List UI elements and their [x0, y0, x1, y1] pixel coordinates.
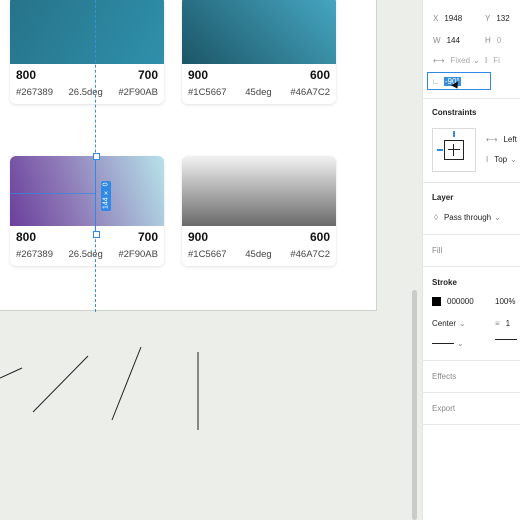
gradient-card-900-gray[interactable]: 900 600 #1C5667 45deg #46A7C2 [182, 156, 336, 266]
width-field[interactable]: W 144 [433, 36, 460, 45]
color-end: #2F90AB [118, 87, 158, 98]
gradient-angle: 45deg [245, 87, 272, 98]
color-start: #267389 [16, 249, 53, 260]
layer-title: Layer [432, 193, 454, 202]
constraint-widget[interactable] [432, 128, 476, 172]
sketch-lines [0, 346, 199, 430]
card-title: 800 [16, 230, 37, 244]
stroke-cap-preview [495, 339, 517, 340]
stroke-color-field[interactable]: 000000 [432, 297, 474, 306]
gradient-angle: 45deg [245, 249, 272, 260]
fill-title[interactable]: Fill [432, 246, 442, 255]
color-end: #46A7C2 [290, 249, 330, 260]
divider [422, 266, 520, 267]
gradient-angle: 26.5deg [68, 249, 103, 260]
gradient-card-800[interactable]: 800 700 #267389 26.5deg #2F90AB [10, 0, 164, 104]
dimension-tag: 144 × 0 [101, 181, 111, 211]
effects-title[interactable]: Effects [432, 372, 456, 381]
divider [422, 182, 520, 183]
gradient-angle: 26.5deg [68, 87, 103, 98]
design-canvas[interactable]: 800 700 #267389 26.5deg #2F90AB 900 600 #1C5… [0, 0, 422, 520]
gradient-swatch [10, 156, 164, 226]
export-title[interactable]: Export [432, 404, 455, 413]
chevron-down-icon: ⌄ [473, 56, 480, 65]
gradient-swatch [182, 156, 336, 226]
y-field[interactable]: Y 132 [485, 14, 510, 23]
gradient-handle-line [10, 193, 96, 194]
horizontal-constraint-icon: ⟷ [486, 135, 498, 144]
constraint-top-tick[interactable] [453, 131, 455, 137]
divider [422, 424, 520, 425]
divider [422, 360, 520, 361]
resize-icon: ⟷ [433, 56, 445, 65]
constraint-vertical-dropdown[interactable]: I Top ⌄ [486, 155, 520, 164]
height-field[interactable]: H0 [485, 36, 501, 45]
color-end: #46A7C2 [290, 87, 330, 98]
gradient-swatch [182, 0, 336, 64]
stroke-align-dropdown[interactable]: Center ⌄ [432, 319, 472, 328]
artboard-frame[interactable]: 800 700 #267389 26.5deg #2F90AB 900 600 #1C5… [0, 0, 377, 312]
card-title: 900 [188, 68, 209, 82]
card-title: 800 [16, 68, 37, 82]
constraint-left-tick[interactable] [437, 149, 443, 151]
divider [422, 234, 520, 235]
selection-handle-bottom[interactable] [93, 231, 100, 238]
card-opacity: 700 [137, 230, 158, 244]
chevron-down-icon: ⌄ [510, 155, 517, 164]
gradient-card-900[interactable]: 900 600 #1C5667 45deg #46A7C2 [182, 0, 336, 104]
resizing-fixed-dropdown[interactable]: ⟷ Fixed ⌄ [433, 56, 486, 65]
stroke-weight-icon: ≡ [495, 319, 500, 328]
stroke-cap-dropdown[interactable] [495, 339, 517, 340]
selection-handle-top[interactable] [93, 153, 100, 160]
stroke-color-swatch[interactable] [432, 297, 441, 306]
constraints-title: Constraints [432, 108, 477, 117]
gradient-swatch [10, 0, 164, 64]
chevron-down-icon: ⌄ [457, 339, 464, 348]
stroke-opacity-field[interactable]: 100% [495, 297, 515, 306]
card-opacity: 600 [309, 230, 330, 244]
chevron-down-icon: ⌄ [494, 213, 501, 222]
blend-drop-icon: ◊ [434, 213, 438, 222]
color-start: #1C5667 [188, 249, 227, 260]
height-resize-icon[interactable]: I Fi [485, 56, 500, 65]
gradient-card-800-selected[interactable]: 800 700 #267389 26.5deg #2F90AB [10, 156, 164, 266]
stroke-style-preview [432, 343, 454, 344]
chevron-down-icon: ⌄ [459, 319, 466, 328]
x-field[interactable]: X 1948 [433, 14, 462, 23]
stroke-style-dropdown[interactable]: ⌄ [432, 339, 470, 348]
canvas-scrollbar[interactable] [412, 290, 417, 520]
vertical-constraint-icon: I [486, 155, 489, 164]
card-title: 900 [188, 230, 209, 244]
card-opacity: 700 [137, 68, 158, 82]
blend-mode-dropdown[interactable]: ◊ Pass through ⌄ [434, 213, 507, 222]
color-start: #267389 [16, 87, 53, 98]
color-end: #2F90AB [118, 249, 158, 260]
rotation-icon: ∟ [432, 76, 440, 86]
divider [422, 392, 520, 393]
selected-line[interactable] [95, 156, 96, 234]
color-start: #1C5667 [188, 87, 227, 98]
constraint-center[interactable] [444, 140, 464, 160]
card-opacity: 600 [309, 68, 330, 82]
stroke-title: Stroke [432, 278, 457, 287]
divider [422, 98, 520, 99]
constraint-horizontal-dropdown[interactable]: ⟷Left⌄ [486, 135, 520, 144]
stroke-weight-field[interactable]: ≡ 1 [495, 319, 510, 328]
